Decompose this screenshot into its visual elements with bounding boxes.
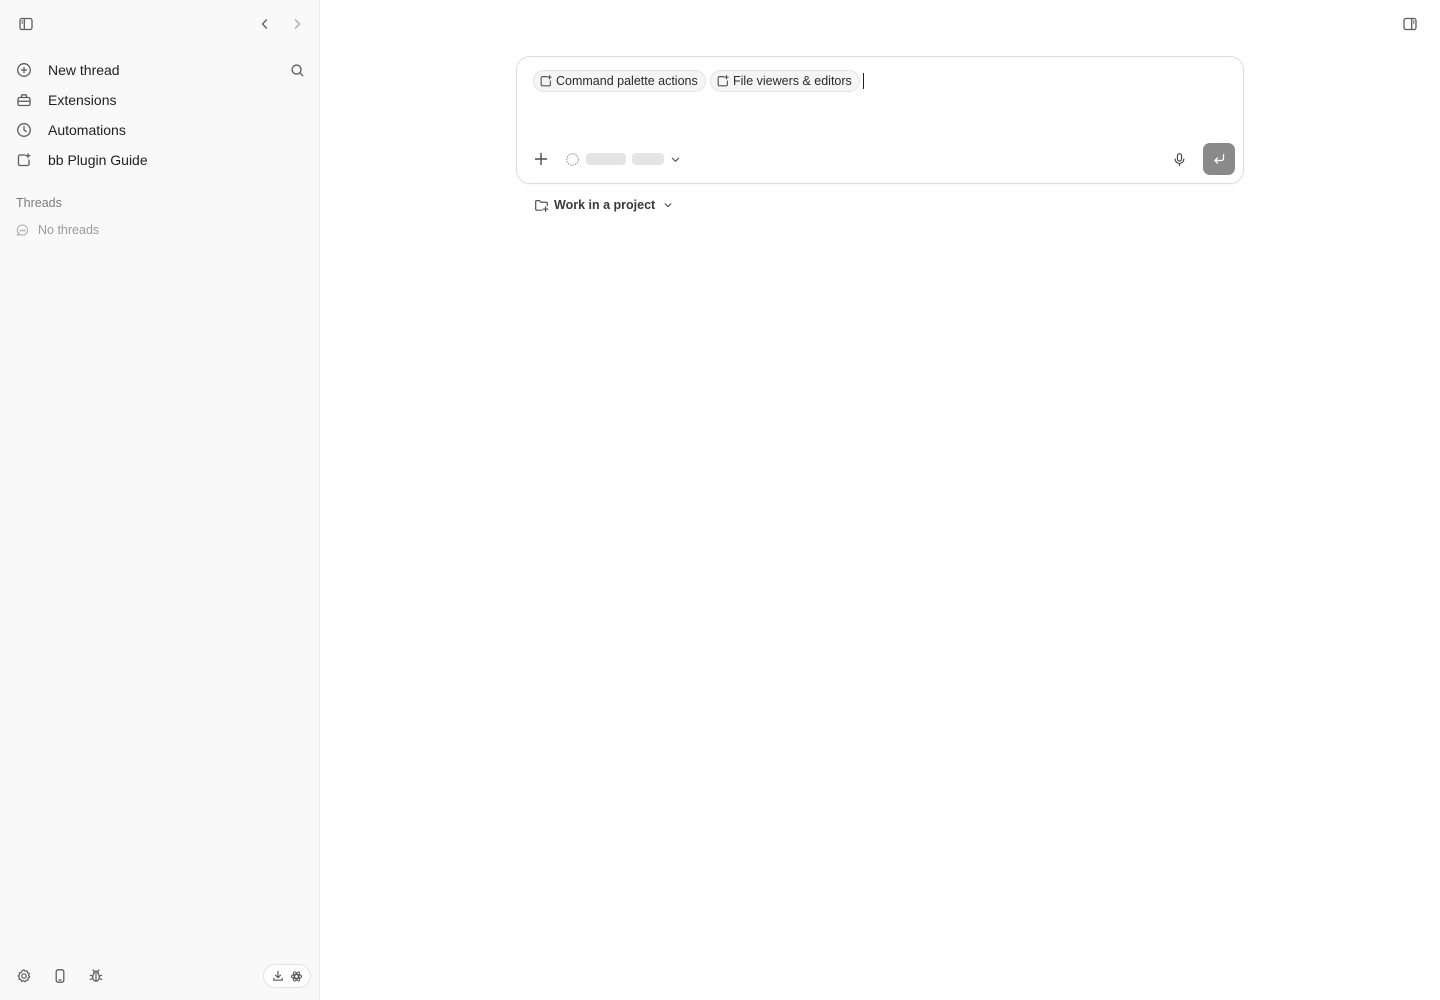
chip-label: Command palette actions <box>556 74 698 88</box>
openai-logo-icon <box>290 970 302 982</box>
plugin-icon <box>540 75 552 87</box>
bug-icon <box>89 969 103 982</box>
return-arrow-icon <box>1214 153 1225 164</box>
threads-section-title: Threads <box>16 196 62 210</box>
sidebar-toggle-icon <box>19 17 33 31</box>
toggle-sidebar-button[interactable] <box>15 13 37 35</box>
no-threads-message: No threads <box>16 222 99 238</box>
model-name-placeholder <box>586 153 626 165</box>
sidebar-item-label: bb Plugin Guide <box>48 152 148 168</box>
gear-icon <box>17 969 31 983</box>
plugin-icon <box>17 153 31 167</box>
folder-add-icon <box>535 199 549 212</box>
voice-input-button[interactable] <box>1169 149 1189 169</box>
chevron-right-icon <box>294 19 301 29</box>
composer[interactable]: Command palette actions File viewers & e… <box>516 56 1244 184</box>
download-icon <box>272 970 283 981</box>
sidebar-item-automations[interactable]: Automations <box>8 116 312 144</box>
plugin-icon <box>717 75 729 87</box>
sidebar-item-label: Extensions <box>48 92 117 108</box>
debug-button[interactable] <box>85 965 107 987</box>
sidebar: New thread Extensions Automations bb Plu… <box>0 0 320 1000</box>
search-button[interactable] <box>286 59 308 81</box>
chip-label: File viewers & editors <box>733 74 852 88</box>
sidebar-item-extensions[interactable]: Extensions <box>8 86 312 114</box>
sidebar-item-new-thread[interactable]: New thread <box>8 56 312 84</box>
chevron-down-icon <box>664 203 672 208</box>
project-selector-label: Work in a project <box>554 198 656 212</box>
context-chip-file-viewers[interactable]: File viewers & editors <box>710 70 860 92</box>
sidebar-item-bb-plugin-guide[interactable]: bb Plugin Guide <box>8 146 312 174</box>
phone-icon <box>55 969 65 983</box>
update-status-pill[interactable] <box>263 964 311 988</box>
send-button[interactable] <box>1203 143 1235 175</box>
plus-circle-icon <box>17 63 31 77</box>
text-cursor <box>863 73 864 89</box>
loading-spinner-icon <box>566 152 579 166</box>
panel-right-icon <box>1403 17 1417 31</box>
add-attachment-button[interactable] <box>531 149 551 169</box>
back-button[interactable] <box>254 13 276 35</box>
forward-button[interactable] <box>286 13 308 35</box>
clock-icon <box>17 123 31 137</box>
sidebar-item-label: Automations <box>48 122 126 138</box>
settings-button[interactable] <box>13 965 35 987</box>
search-icon <box>290 63 303 76</box>
plus-icon <box>534 152 548 166</box>
toggle-right-panel-button[interactable] <box>1399 13 1421 35</box>
no-threads-label: No threads <box>38 223 100 237</box>
context-chip-command-palette[interactable]: Command palette actions <box>533 70 706 92</box>
chevron-down-icon <box>671 157 680 162</box>
model-selector[interactable] <box>565 150 681 168</box>
mobile-button[interactable] <box>49 965 71 987</box>
sidebar-item-label: New thread <box>48 62 120 78</box>
model-variant-placeholder <box>632 153 664 165</box>
project-selector[interactable]: Work in a project <box>534 196 673 214</box>
chat-bubble-icon <box>16 224 29 236</box>
microphone-icon <box>1174 152 1184 166</box>
chevron-left-icon <box>261 19 268 29</box>
toolbox-icon <box>17 94 31 107</box>
